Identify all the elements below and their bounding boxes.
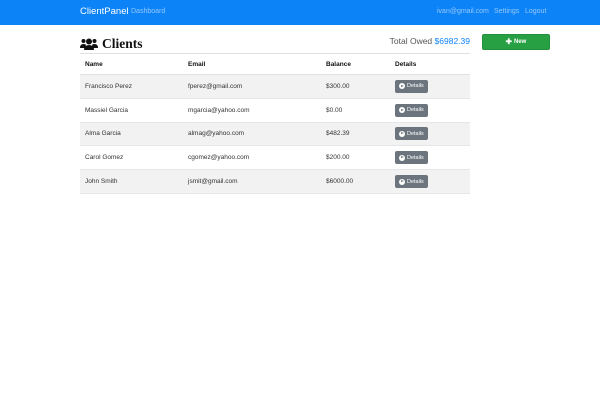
nav-dashboard-link[interactable]: Dashboard — [131, 8, 165, 15]
client-balance: $6000.00 — [326, 178, 354, 186]
details-label: Details — [407, 107, 424, 114]
table-header: Name Email Balance Details — [80, 54, 470, 75]
table-row: John Smith jsmit@gmail.com $6000.00 Deta… — [80, 170, 470, 194]
new-button-label: New — [513, 39, 527, 45]
arrow-circle-right-icon — [399, 154, 405, 161]
client-balance: $300.00 — [326, 82, 350, 90]
plus-icon: ✚ — [505, 37, 512, 47]
arrow-circle-right-icon — [399, 178, 405, 185]
details-label: Details — [407, 178, 424, 185]
client-email: fperez@gmail.com — [188, 82, 243, 90]
client-name: Massiel Garcia — [85, 106, 128, 114]
client-balance: $200.00 — [326, 154, 350, 162]
client-name: John Smith — [85, 178, 118, 186]
client-email: cgomez@yahoo.com — [188, 154, 250, 162]
client-name: Francisco Perez — [85, 82, 132, 90]
details-label: Details — [407, 130, 424, 137]
total-owed-label: Total Owed — [389, 36, 433, 46]
users-icon — [80, 38, 98, 50]
brand-link[interactable]: ClientPanel — [80, 6, 129, 17]
column-header-name: Name — [85, 60, 103, 68]
client-name: Alma Garcia — [85, 130, 121, 138]
client-balance: $0.00 — [326, 106, 343, 114]
client-email: jsmit@gmail.com — [188, 178, 238, 186]
arrow-circle-right-icon — [399, 107, 405, 114]
details-button[interactable]: Details — [395, 103, 428, 117]
navbar: ClientPanel Dashboard ivan@gmail.com Set… — [0, 0, 600, 25]
nav-user-email-link[interactable]: ivan@gmail.com — [437, 8, 489, 15]
details-label: Details — [407, 83, 424, 90]
client-email: almag@yahoo.com — [188, 130, 245, 138]
details-button[interactable]: Details — [395, 175, 428, 189]
table-row: Carol Gomez cgomez@yahoo.com $200.00 Det… — [80, 146, 470, 171]
page-title: Clients — [80, 35, 143, 53]
page-title-text: Clients — [102, 36, 143, 51]
client-name: Carol Gomez — [85, 154, 124, 162]
nav-settings-link[interactable]: Settings — [494, 8, 519, 15]
column-header-email: Email — [188, 60, 206, 68]
clients-table: Name Email Balance Details Francisco Per… — [80, 53, 470, 194]
arrow-circle-right-icon — [399, 83, 405, 90]
client-email: mgarcia@yahoo.com — [188, 106, 250, 114]
total-owed-value: $6982.39 — [434, 36, 470, 46]
table-row: Massiel Garcia mgarcia@yahoo.com $0.00 D… — [80, 99, 470, 123]
column-header-balance: Balance — [326, 60, 351, 68]
arrow-circle-right-icon — [399, 130, 405, 137]
details-button[interactable]: Details — [395, 151, 428, 165]
column-header-details: Details — [395, 60, 417, 68]
client-balance: $482.39 — [326, 130, 350, 138]
total-owed: Total Owed $6982.39 — [390, 36, 470, 46]
details-label: Details — [407, 154, 424, 161]
new-client-button[interactable]: ✚ New — [482, 34, 550, 50]
details-button[interactable]: Details — [395, 79, 428, 93]
table-row: Alma Garcia almag@yahoo.com $482.39 Deta… — [80, 122, 470, 147]
details-button[interactable]: Details — [395, 127, 428, 141]
nav-logout-link[interactable]: Logout — [525, 8, 546, 15]
table-row: Francisco Perez fperez@gmail.com $300.00… — [80, 75, 470, 99]
